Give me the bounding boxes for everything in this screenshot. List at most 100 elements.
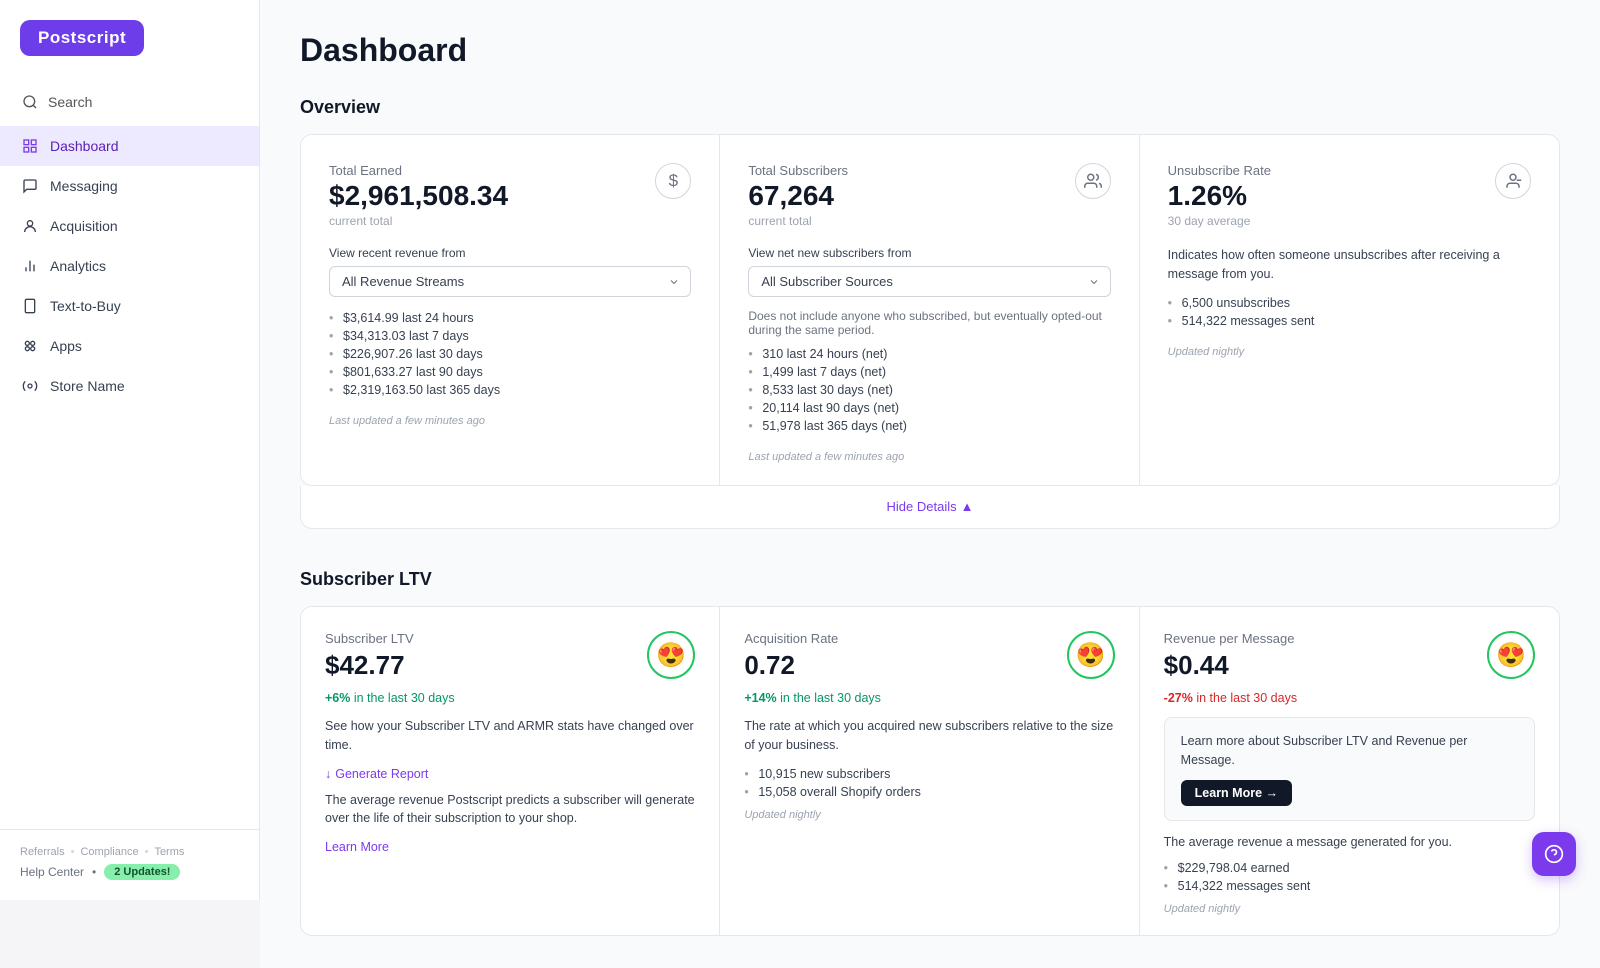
compliance-link[interactable]: Compliance bbox=[80, 846, 138, 858]
rpm-label: Revenue per Message bbox=[1164, 631, 1295, 646]
unsubscribe-label: Unsubscribe Rate bbox=[1168, 163, 1271, 178]
footer-links: Referrals • Compliance • Terms bbox=[20, 846, 239, 858]
ltv-emoji: 😍 bbox=[647, 631, 695, 679]
generate-report-link[interactable]: ↓ Generate Report bbox=[325, 767, 428, 781]
acquisition-card-header: Acquisition Rate 0.72 😍 bbox=[744, 631, 1114, 685]
help-fab-button[interactable] bbox=[1532, 832, 1576, 876]
ltv-section-title: Subscriber LTV bbox=[300, 569, 1560, 590]
rpm-avg-text: The average revenue a message generated … bbox=[1164, 833, 1535, 852]
ltv-subscriber-card: Subscriber LTV $42.77 😍 +6% in the last … bbox=[301, 607, 720, 935]
bullet-item: 6,500 unsubscribes bbox=[1168, 294, 1531, 312]
chevron-up-icon: ▲ bbox=[961, 499, 974, 514]
revenue-dropdown-label: View recent revenue from bbox=[329, 246, 691, 260]
unsubscribe-icon bbox=[1495, 163, 1531, 199]
revenue-streams-dropdown[interactable]: All Revenue Streams bbox=[329, 266, 691, 297]
sidebar-item-label-apps: Apps bbox=[50, 338, 82, 354]
learn-more-box-text: Learn more about Subscriber LTV and Reve… bbox=[1181, 732, 1518, 770]
ltv-card-labels: Subscriber LTV $42.77 bbox=[325, 631, 414, 685]
acquisition-change: +14% in the last 30 days bbox=[744, 691, 1114, 705]
total-earned-header: Total Earned $2,961,508.34 current total… bbox=[329, 163, 691, 242]
sidebar-item-label-messaging: Messaging bbox=[50, 178, 118, 194]
subscriber-sources-dropdown[interactable]: All Subscriber Sources bbox=[748, 266, 1110, 297]
referrals-link[interactable]: Referrals bbox=[20, 846, 65, 858]
unsubscribe-labels: Unsubscribe Rate 1.26% 30 day average bbox=[1168, 163, 1271, 242]
ltv-avg-text: The average revenue Postscript predicts … bbox=[325, 791, 695, 829]
ltv-cards: Subscriber LTV $42.77 😍 +6% in the last … bbox=[300, 606, 1560, 936]
ltv-change: +6% in the last 30 days bbox=[325, 691, 695, 705]
bullet-item: 10,915 new subscribers bbox=[744, 765, 1114, 783]
sidebar-item-analytics[interactable]: Analytics bbox=[0, 246, 259, 286]
total-earned-label: Total Earned bbox=[329, 163, 508, 178]
total-earned-labels: Total Earned $2,961,508.34 current total bbox=[329, 163, 508, 242]
bullet-item: 310 last 24 hours (net) bbox=[748, 345, 1110, 363]
sidebar: Postscript Search Dashboard Messaging Ac… bbox=[0, 0, 260, 900]
subscribers-footer: Last updated a few minutes ago bbox=[748, 451, 1110, 463]
unsubscribe-sub: 30 day average bbox=[1168, 214, 1271, 228]
rpm-labels: Revenue per Message $0.44 bbox=[1164, 631, 1295, 685]
analytics-icon bbox=[20, 256, 40, 276]
unsubscribe-desc: Indicates how often someone unsubscribes… bbox=[1168, 246, 1531, 284]
sidebar-item-text-to-buy[interactable]: Text-to-Buy bbox=[0, 286, 259, 326]
hide-details-label: Hide Details bbox=[887, 499, 957, 514]
hide-details-bar: Hide Details ▲ bbox=[300, 486, 1560, 529]
acquisition-value: 0.72 bbox=[744, 650, 838, 681]
sidebar-item-messaging[interactable]: Messaging bbox=[0, 166, 259, 206]
total-earned-sub: current total bbox=[329, 214, 508, 228]
sidebar-item-dashboard[interactable]: Dashboard bbox=[0, 126, 259, 166]
sidebar-item-label-analytics: Analytics bbox=[50, 258, 106, 274]
total-subscribers-label: Total Subscribers bbox=[748, 163, 848, 178]
acquisition-label: Acquisition Rate bbox=[744, 631, 838, 646]
search-icon bbox=[20, 92, 40, 112]
overview-cards: Total Earned $2,961,508.34 current total… bbox=[301, 135, 1559, 485]
revenue-per-message-card: Revenue per Message $0.44 😍 -27% in the … bbox=[1140, 607, 1559, 935]
unsubscribe-bullets: 6,500 unsubscribes 514,322 messages sent bbox=[1168, 294, 1531, 330]
rpm-bullets: $229,798.04 earned 514,322 messages sent bbox=[1164, 859, 1535, 895]
rpm-emoji: 😍 bbox=[1487, 631, 1535, 679]
help-center-link[interactable]: Help Center bbox=[20, 865, 84, 879]
logo: Postscript bbox=[20, 20, 144, 56]
acquisition-icon bbox=[20, 216, 40, 236]
ltv-desc: See how your Subscriber LTV and ARMR sta… bbox=[325, 717, 695, 755]
subscribers-dropdown-label: View net new subscribers from bbox=[748, 246, 1110, 260]
ltv-card-label: Subscriber LTV bbox=[325, 631, 414, 646]
search-button[interactable]: Search bbox=[0, 84, 259, 120]
bullet-item: $226,907.26 last 30 days bbox=[329, 345, 691, 363]
learn-more-button[interactable]: Learn More → bbox=[1181, 780, 1292, 806]
ltv-learn-more-link[interactable]: Learn More bbox=[325, 840, 389, 854]
unsubscribe-value: 1.26% bbox=[1168, 180, 1271, 212]
text-to-buy-icon bbox=[20, 296, 40, 316]
revenue-bullets: $3,614.99 last 24 hours $34,313.03 last … bbox=[329, 309, 691, 399]
dashboard-icon bbox=[20, 136, 40, 156]
bullet-item: $229,798.04 earned bbox=[1164, 859, 1535, 877]
total-subscribers-labels: Total Subscribers 67,264 current total bbox=[748, 163, 848, 242]
sidebar-item-apps[interactable]: Apps bbox=[0, 326, 259, 366]
unsubscribe-rate-card: Unsubscribe Rate 1.26% 30 day average In… bbox=[1140, 135, 1559, 485]
rpm-card-header: Revenue per Message $0.44 😍 bbox=[1164, 631, 1535, 685]
bullet-item: $34,313.03 last 7 days bbox=[329, 327, 691, 345]
bullet-item: $801,633.27 last 90 days bbox=[329, 363, 691, 381]
total-subscribers-value: 67,264 bbox=[748, 180, 848, 212]
subscribers-icon bbox=[1075, 163, 1111, 199]
ltv-card-value: $42.77 bbox=[325, 650, 414, 681]
sidebar-item-store-name[interactable]: Store Name bbox=[0, 366, 259, 406]
bullet-item: 1,499 last 7 days (net) bbox=[748, 363, 1110, 381]
main-content: Dashboard Overview Total Earned $2,961,5… bbox=[260, 0, 1600, 968]
help-center-row: Help Center • 2 Updates! bbox=[20, 864, 239, 880]
acquisition-footer: Updated nightly bbox=[744, 809, 1114, 821]
subscribers-bullets: 310 last 24 hours (net) 1,499 last 7 day… bbox=[748, 345, 1110, 435]
acquisition-labels: Acquisition Rate 0.72 bbox=[744, 631, 838, 685]
terms-link[interactable]: Terms bbox=[154, 846, 184, 858]
sidebar-item-acquisition[interactable]: Acquisition bbox=[0, 206, 259, 246]
revenue-footer: Last updated a few minutes ago bbox=[329, 415, 691, 427]
search-label: Search bbox=[48, 94, 92, 110]
bullet-item: 51,978 last 365 days (net) bbox=[748, 417, 1110, 435]
sidebar-item-label-text-to-buy: Text-to-Buy bbox=[50, 298, 121, 314]
messaging-icon bbox=[20, 176, 40, 196]
sidebar-item-label-dashboard: Dashboard bbox=[50, 138, 119, 154]
hide-details-link[interactable]: Hide Details ▲ bbox=[887, 499, 974, 514]
overview-container: Total Earned $2,961,508.34 current total… bbox=[300, 134, 1560, 486]
rpm-value: $0.44 bbox=[1164, 650, 1295, 681]
updates-badge: 2 Updates! bbox=[104, 864, 180, 880]
acquisition-rate-card: Acquisition Rate 0.72 😍 +14% in the last… bbox=[720, 607, 1139, 935]
bullet-item: 20,114 last 90 days (net) bbox=[748, 399, 1110, 417]
